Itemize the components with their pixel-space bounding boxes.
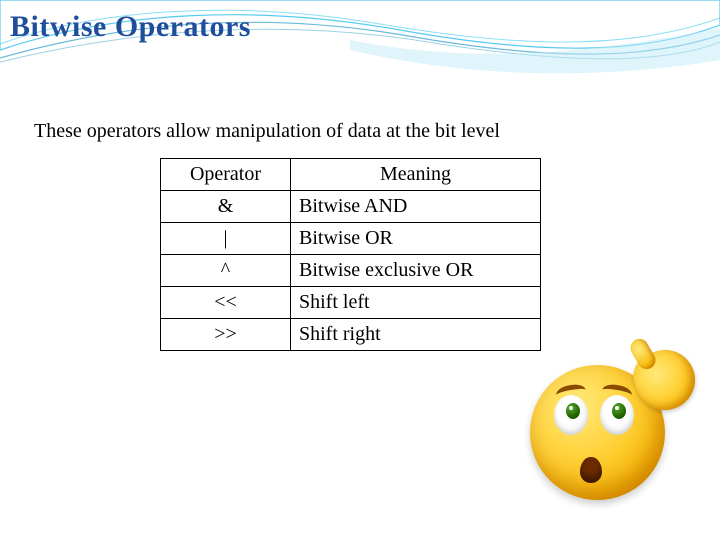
table-row: ^ Bitwise exclusive OR: [161, 255, 541, 287]
cell-meaning: Bitwise AND: [291, 191, 541, 223]
cell-meaning: Bitwise OR: [291, 223, 541, 255]
header-operator: Operator: [161, 159, 291, 191]
table-row: & Bitwise AND: [161, 191, 541, 223]
header-meaning: Meaning: [291, 159, 541, 191]
slide-title: Bitwise Operators: [10, 10, 251, 44]
cell-operator: ^: [161, 255, 291, 287]
table-header-row: Operator Meaning: [161, 159, 541, 191]
cell-operator: |: [161, 223, 291, 255]
cell-operator: <<: [161, 287, 291, 319]
cell-operator: >>: [161, 319, 291, 351]
cell-operator: &: [161, 191, 291, 223]
cell-meaning: Shift right: [291, 319, 541, 351]
table-row: << Shift left: [161, 287, 541, 319]
table-row: | Bitwise OR: [161, 223, 541, 255]
cell-meaning: Shift left: [291, 287, 541, 319]
cell-meaning: Bitwise exclusive OR: [291, 255, 541, 287]
thinking-emoji-icon: [520, 350, 690, 520]
operators-table: Operator Meaning & Bitwise AND | Bitwise…: [160, 158, 541, 351]
slide-subtitle: These operators allow manipulation of da…: [34, 120, 500, 143]
table-row: >> Shift right: [161, 319, 541, 351]
